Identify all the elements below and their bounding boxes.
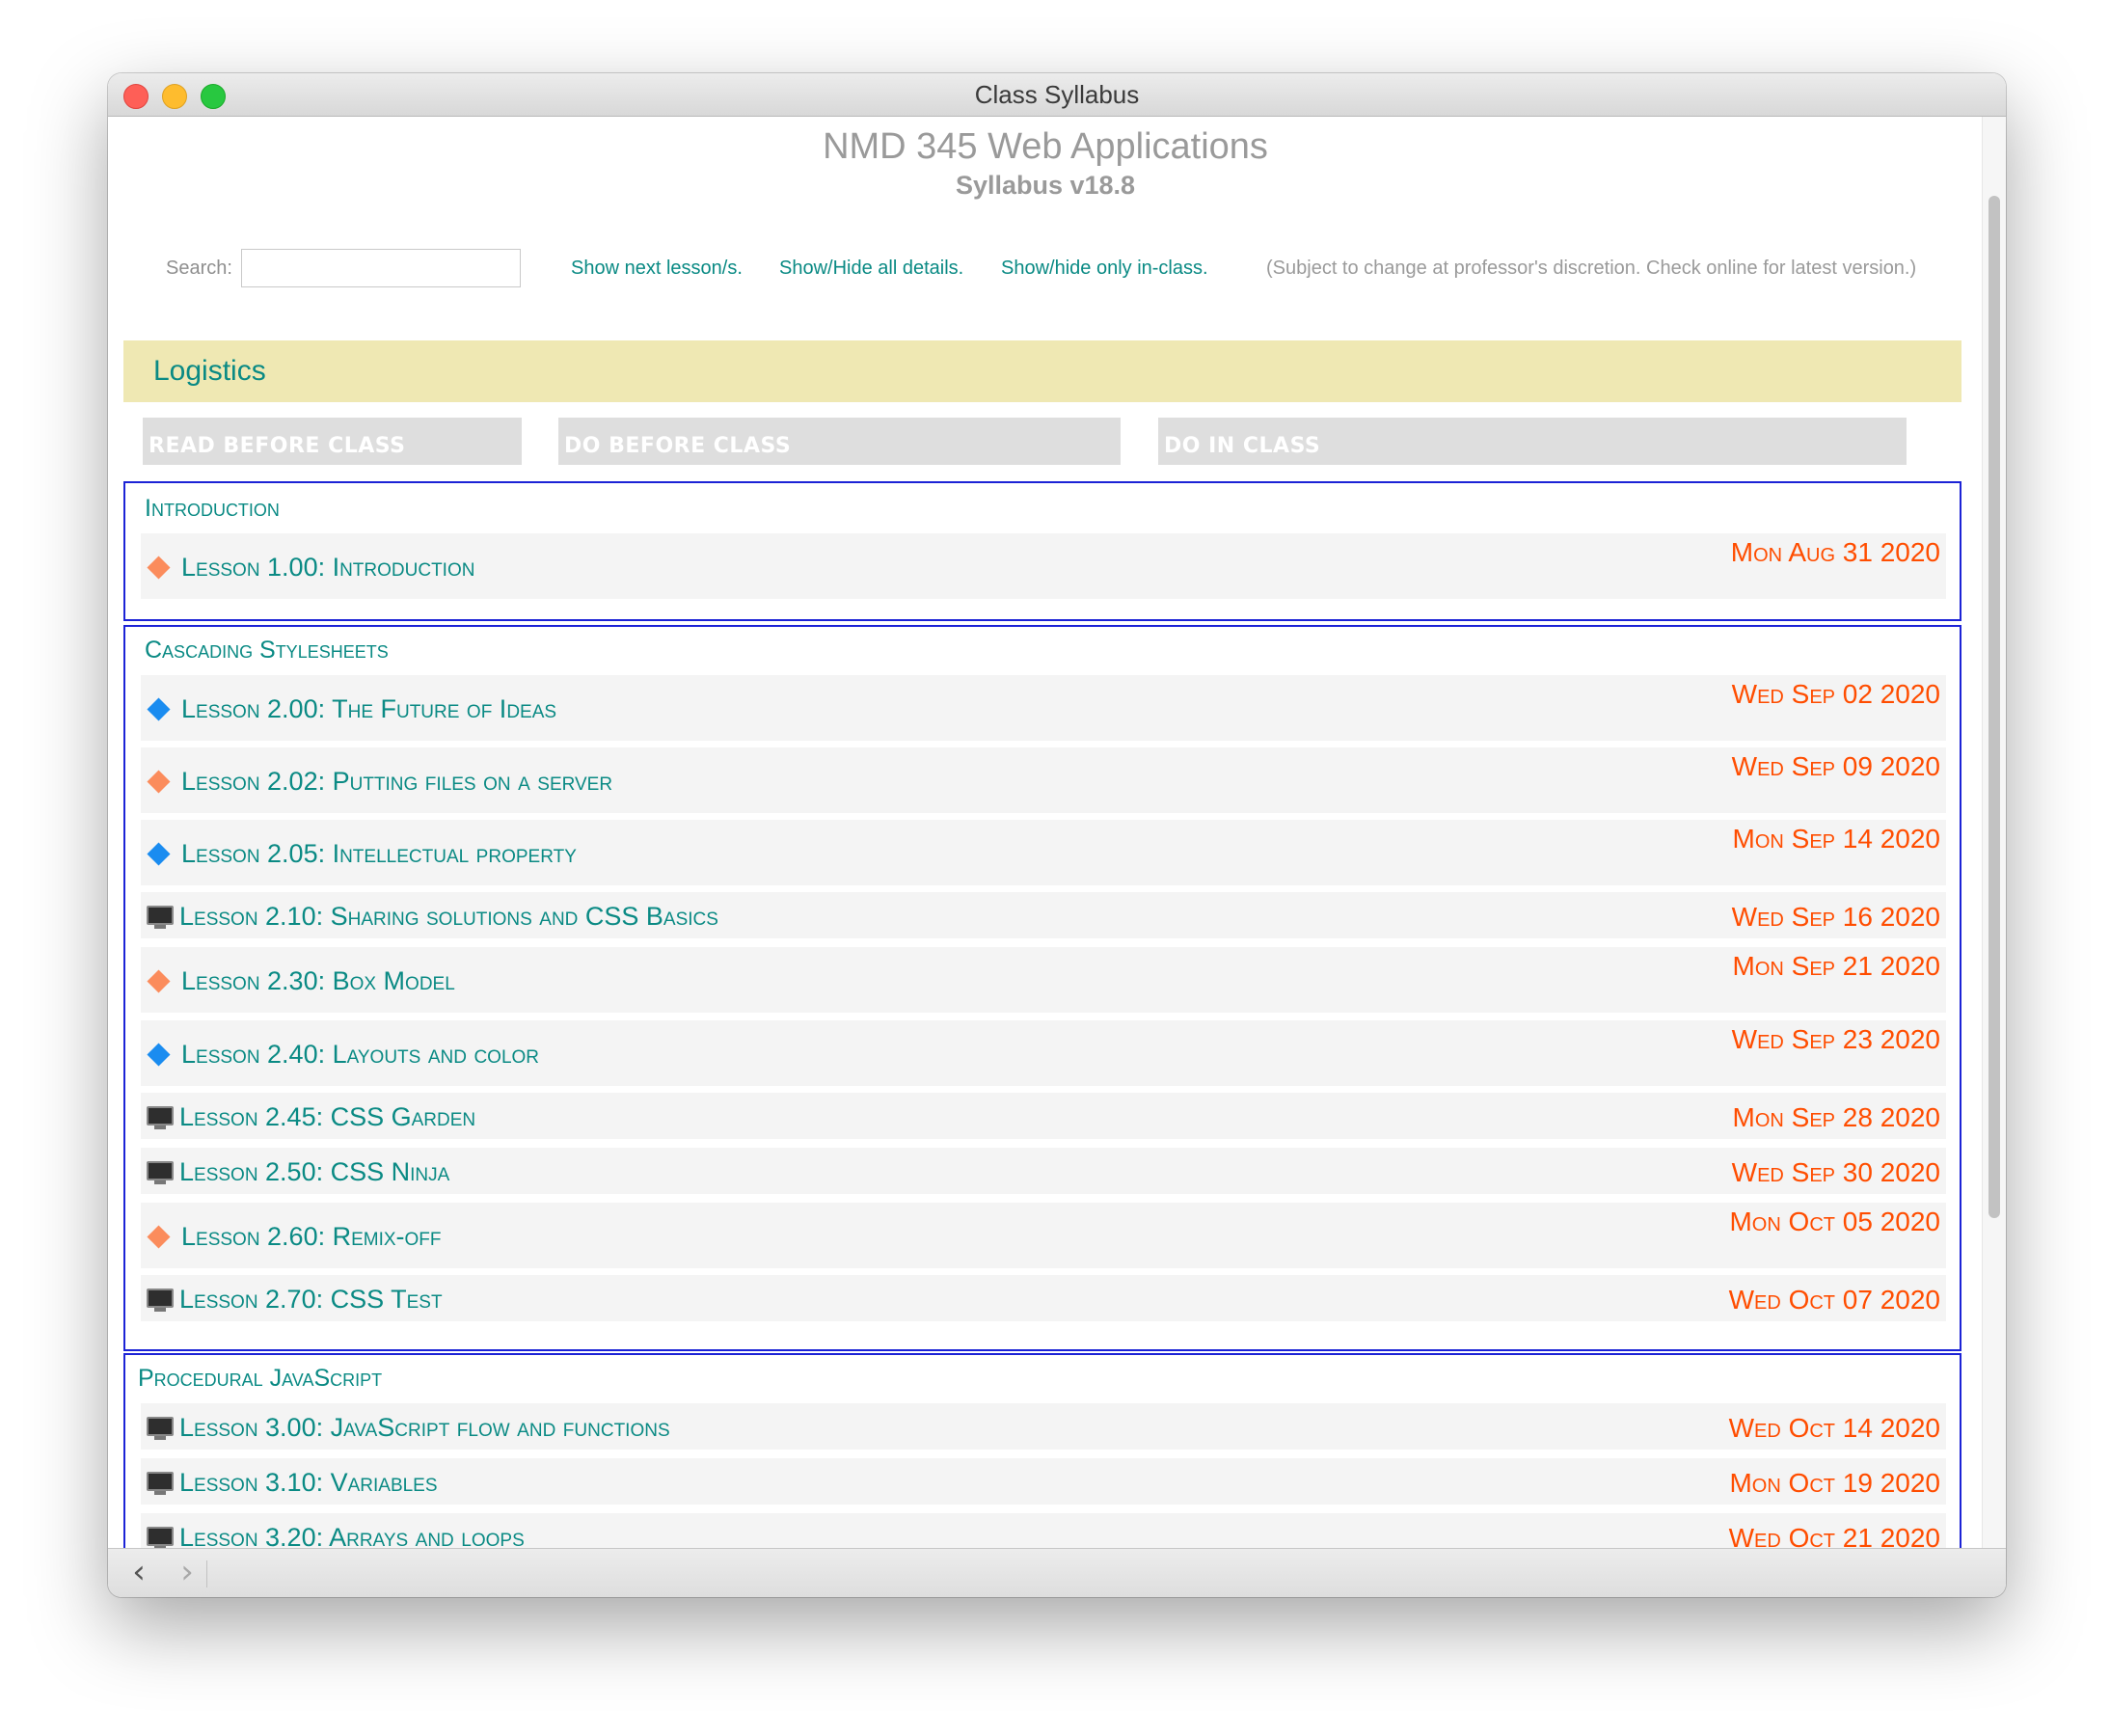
lesson-title-link[interactable]: Lesson 3.00: JavaScript flow and functio… <box>179 1413 670 1443</box>
lesson-date: Mon Aug 31 2020 <box>1730 537 1940 567</box>
lesson-date: Mon Oct 05 2020 <box>1729 1207 1940 1236</box>
back-arrow-icon[interactable]: ‹ <box>122 1555 156 1591</box>
lesson-title-link[interactable]: Lesson 2.45: CSS Garden <box>179 1102 475 1132</box>
monitor-icon <box>147 1106 174 1129</box>
lesson-date: Wed Sep 09 2020 <box>1731 751 1940 781</box>
forward-arrow-icon[interactable]: › <box>170 1555 204 1591</box>
unit-title[interactable]: Cascading Stylesheets <box>145 637 389 665</box>
lesson-row[interactable]: Lesson 3.10: Variables Mon Oct 19 2020 <box>141 1458 1946 1505</box>
lesson-date: Wed Sep 16 2020 <box>1731 902 1940 932</box>
monitor-icon <box>147 1161 174 1184</box>
monitor-icon <box>147 906 174 929</box>
lesson-row[interactable]: Lesson 1.00: Introduction Mon Aug 31 2020 <box>141 533 1946 599</box>
search-label: Search: <box>166 258 232 279</box>
window-title: Class Syllabus <box>974 80 1140 109</box>
unit-section: Introduction Lesson 1.00: Introduction Mon… <box>123 481 1961 621</box>
lesson-row[interactable]: Lesson 2.05: Intellectual property Mon Se… <box>141 820 1946 885</box>
lesson-date: Wed Oct 07 2020 <box>1728 1285 1940 1315</box>
logistics-header[interactable]: Logistics <box>123 340 1961 402</box>
lesson-date: Mon Oct 19 2020 <box>1729 1468 1940 1498</box>
monitor-icon <box>147 1527 174 1549</box>
toolbar-divider <box>206 1560 207 1587</box>
lesson-row[interactable]: Lesson 2.10: Sharing solutions and CSS B… <box>141 892 1946 938</box>
lesson-title-link[interactable]: Lesson 2.05: Intellectual property <box>181 839 577 869</box>
lesson-title-link[interactable]: Lesson 2.50: CSS Ninja <box>179 1157 449 1187</box>
lesson-title-link[interactable]: Lesson 2.00: The Future of Ideas <box>181 694 556 724</box>
lesson-row[interactable]: Lesson 2.40: Layouts and color Wed Sep 23… <box>141 1020 1946 1086</box>
lesson-title-link[interactable]: Lesson 3.10: Variables <box>179 1468 438 1498</box>
lesson-date: Mon Sep 21 2020 <box>1732 951 1940 981</box>
browser-window: Class Syllabus NMD 345 Web Applications … <box>108 73 2006 1597</box>
blue-diamond-icon <box>147 842 171 866</box>
lesson-title-link[interactable]: Lesson 2.60: Remix-off <box>181 1222 442 1252</box>
column-do-before-class: DO BEFORE CLASS <box>558 418 1121 465</box>
monitor-icon <box>147 1472 174 1495</box>
page-subtitle: Syllabus v18.8 <box>955 171 1136 200</box>
lesson-date: Wed Sep 02 2020 <box>1731 679 1940 709</box>
blue-diamond-icon <box>147 1043 171 1067</box>
lesson-title-link[interactable]: Lesson 3.20: Arrays and loops <box>179 1523 525 1549</box>
lesson-title-link[interactable]: Lesson 2.70: CSS Test <box>179 1285 443 1315</box>
unit-section: Procedural JavaScript Lesson 3.00: JavaSc… <box>123 1353 1961 1549</box>
lesson-title-link[interactable]: Lesson 2.30: Box Model <box>181 966 455 996</box>
column-do-in-class: DO IN CLASS <box>1158 418 1907 465</box>
monitor-icon <box>147 1417 174 1440</box>
lesson-row[interactable]: Lesson 2.45: CSS Garden Mon Sep 28 2020 <box>141 1093 1946 1139</box>
lesson-title-link[interactable]: Lesson 1.00: Introduction <box>181 553 474 583</box>
lesson-date: Wed Sep 30 2020 <box>1731 1157 1940 1187</box>
title-bar: Class Syllabus <box>108 73 2006 117</box>
page-title: NMD 345 Web Applications <box>823 126 1268 167</box>
lesson-row[interactable]: Lesson 3.20: Arrays and loops Wed Oct 21 … <box>141 1513 1946 1549</box>
disclaimer-notice: (Subject to change at professor's discre… <box>1266 258 1917 279</box>
browser-bottom-bar: ‹ › <box>108 1548 2006 1597</box>
lesson-date: Mon Sep 28 2020 <box>1732 1102 1940 1132</box>
monitor-icon <box>147 1288 174 1312</box>
lesson-row[interactable]: Lesson 2.00: The Future of Ideas Wed Sep … <box>141 675 1946 741</box>
orange-diamond-icon <box>147 556 171 580</box>
lesson-title-link[interactable]: Lesson 2.02: Putting files on a server <box>181 767 612 797</box>
lesson-date: Wed Oct 14 2020 <box>1728 1413 1940 1443</box>
blue-diamond-icon <box>147 697 171 721</box>
lesson-row[interactable]: Lesson 2.50: CSS Ninja Wed Sep 30 2020 <box>141 1148 1946 1194</box>
unit-section: Cascading Stylesheets Lesson 2.00: The Fu… <box>123 625 1961 1351</box>
search-input[interactable] <box>241 249 521 287</box>
show-hide-in-class-link[interactable]: Show/hide only in-class. <box>1001 258 1208 280</box>
vertical-scrollbar[interactable] <box>1982 117 2006 1549</box>
lesson-date: Wed Sep 23 2020 <box>1731 1024 1940 1054</box>
orange-diamond-icon <box>147 770 171 794</box>
lesson-date: Mon Sep 14 2020 <box>1732 824 1940 854</box>
lesson-title-link[interactable]: Lesson 2.40: Layouts and color <box>181 1040 539 1070</box>
orange-diamond-icon <box>147 969 171 993</box>
lesson-row[interactable]: Lesson 2.60: Remix-off Mon Oct 05 2020 <box>141 1203 1946 1268</box>
lesson-row[interactable]: Lesson 2.02: Putting files on a server We… <box>141 747 1946 813</box>
show-next-lesson-link[interactable]: Show next lesson/s. <box>571 258 743 280</box>
lesson-row[interactable]: Lesson 3.00: JavaScript flow and functio… <box>141 1403 1946 1450</box>
column-read-before-class: READ BEFORE CLASS <box>143 418 522 465</box>
scrollbar-thumb[interactable] <box>1988 196 2000 1218</box>
show-hide-all-details-link[interactable]: Show/Hide all details. <box>779 258 963 280</box>
lesson-date: Wed Oct 21 2020 <box>1728 1523 1940 1549</box>
lesson-row[interactable]: Lesson 2.70: CSS Test Wed Oct 07 2020 <box>141 1275 1946 1321</box>
lesson-title-link[interactable]: Lesson 2.10: Sharing solutions and CSS B… <box>179 902 718 932</box>
lesson-row[interactable]: Lesson 2.30: Box Model Mon Sep 21 2020 <box>141 947 1946 1013</box>
page-viewport: NMD 345 Web Applications Syllabus v18.8 … <box>108 117 1983 1549</box>
unit-title[interactable]: Introduction <box>145 495 280 523</box>
unit-title[interactable]: Procedural JavaScript <box>138 1365 382 1393</box>
orange-diamond-icon <box>147 1225 171 1249</box>
